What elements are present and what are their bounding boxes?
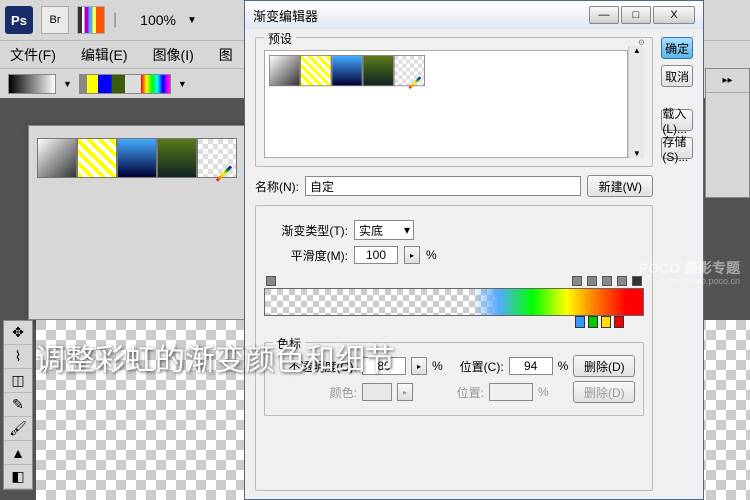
location-input[interactable]: [509, 357, 553, 375]
smoothness-label: 平滑度(M):: [264, 247, 348, 264]
location2-label: 位置:: [418, 384, 484, 401]
crop-tool-icon[interactable]: ◫: [4, 369, 32, 393]
tools-panel: ✥ ⌇ ◫ ✎ 🖌 ▲ ◧: [3, 320, 33, 490]
name-input[interactable]: [305, 176, 581, 196]
gradient-picker[interactable]: [79, 74, 171, 94]
panel-collapse-icon[interactable]: ▸▸: [706, 69, 749, 93]
location-label: 位置(C):: [448, 358, 504, 375]
presets-scrollbar[interactable]: [628, 46, 644, 158]
zoom-level[interactable]: 100%: [140, 12, 176, 28]
preset-swatch[interactable]: [77, 138, 117, 178]
brush-tool-icon[interactable]: 🖌: [4, 417, 32, 441]
preset-swatch[interactable]: [300, 55, 331, 86]
preset-swatch[interactable]: [37, 138, 77, 178]
zoom-dropdown-icon[interactable]: ▼: [187, 15, 197, 26]
divider: |: [113, 11, 117, 29]
menu-file[interactable]: 文件(F): [10, 45, 56, 65]
menu-layer[interactable]: 图: [219, 45, 233, 65]
presets-fieldset: 预设 ۞: [255, 37, 653, 167]
dialog-titlebar[interactable]: 渐变编辑器 — □ X: [245, 1, 703, 29]
color-label: 颜色:: [273, 384, 357, 401]
gradient-bar[interactable]: [264, 288, 644, 316]
delete-opacity-stop-button[interactable]: 删除(D): [573, 355, 635, 377]
gradient-editor-dialog: 渐变编辑器 — □ X 预设 ۞: [244, 0, 704, 500]
foreground-gradient-swatch[interactable]: [8, 74, 56, 94]
preset-swatch[interactable]: [269, 55, 300, 86]
preset-swatch[interactable]: [117, 138, 157, 178]
photoshop-icon[interactable]: Ps: [5, 6, 33, 34]
new-button[interactable]: 新建(W): [587, 175, 653, 197]
presets-label: 预设: [264, 30, 296, 47]
menu-edit[interactable]: 编辑(E): [81, 45, 128, 65]
percent-label: %: [426, 248, 437, 262]
preset-swatch[interactable]: [363, 55, 394, 86]
cancel-button[interactable]: 取消: [661, 65, 693, 87]
gradient-tool-icon[interactable]: ◧: [4, 465, 32, 489]
opacity-stop[interactable]: [587, 276, 597, 286]
opacity-stop[interactable]: [602, 276, 612, 286]
menu-image[interactable]: 图像(I): [153, 45, 194, 65]
load-button[interactable]: 载入(L)...: [661, 109, 693, 131]
move-tool-icon[interactable]: ✥: [4, 321, 32, 345]
gradient-preset-dropdown: [28, 125, 253, 320]
name-label: 名称(N):: [255, 178, 299, 195]
preset-swatch[interactable]: [331, 55, 362, 86]
color-stop[interactable]: [614, 316, 624, 328]
preset-swatch[interactable]: [197, 138, 237, 178]
color-stop[interactable]: [588, 316, 598, 328]
eyedropper-tool-icon[interactable]: ✎: [4, 393, 32, 417]
stamp-tool-icon[interactable]: ▲: [4, 441, 32, 465]
ok-button[interactable]: 确定: [661, 37, 693, 59]
mini-bridge-icon[interactable]: [77, 6, 105, 34]
delete-color-stop-button: 删除(D): [573, 381, 635, 403]
opacity-stop[interactable]: [617, 276, 627, 286]
type-select[interactable]: 实底: [354, 220, 414, 240]
presets-list[interactable]: [264, 50, 628, 158]
color-swatch: [362, 383, 392, 401]
type-label: 渐变类型(T):: [264, 222, 348, 239]
close-button[interactable]: X: [653, 6, 695, 24]
tutorial-caption: 调整彩虹的渐变颜色和细节: [35, 335, 395, 379]
percent-label: %: [558, 359, 569, 373]
save-button[interactable]: 存储(S)...: [661, 137, 693, 159]
minimize-button[interactable]: —: [589, 6, 619, 24]
gradient-ramp-editor[interactable]: [264, 276, 644, 330]
color-stop[interactable]: [575, 316, 585, 328]
color-stop[interactable]: [601, 316, 611, 328]
color-location-input: [489, 383, 533, 401]
swatch-dropdown-icon[interactable]: ▼: [61, 77, 74, 91]
preset-swatch[interactable]: [157, 138, 197, 178]
dialog-title: 渐变编辑器: [253, 6, 589, 25]
smoothness-stepper-icon[interactable]: ▸: [404, 246, 420, 264]
bridge-icon[interactable]: Br: [41, 6, 69, 34]
opacity-stop[interactable]: [266, 276, 276, 286]
color-stepper-icon: ▸: [397, 383, 413, 401]
lasso-tool-icon[interactable]: ⌇: [4, 345, 32, 369]
percent-label: %: [432, 359, 443, 373]
smoothness-input[interactable]: [354, 246, 398, 264]
preset-swatch[interactable]: [394, 55, 425, 86]
gradient-dropdown-icon[interactable]: ▼: [176, 77, 189, 91]
opacity-stop[interactable]: [572, 276, 582, 286]
opacity-stop[interactable]: [632, 276, 642, 286]
percent-label: %: [538, 385, 549, 399]
right-panel: ▸▸: [705, 68, 750, 198]
opacity-stepper-icon[interactable]: ▸: [411, 357, 427, 375]
maximize-button[interactable]: □: [621, 6, 651, 24]
